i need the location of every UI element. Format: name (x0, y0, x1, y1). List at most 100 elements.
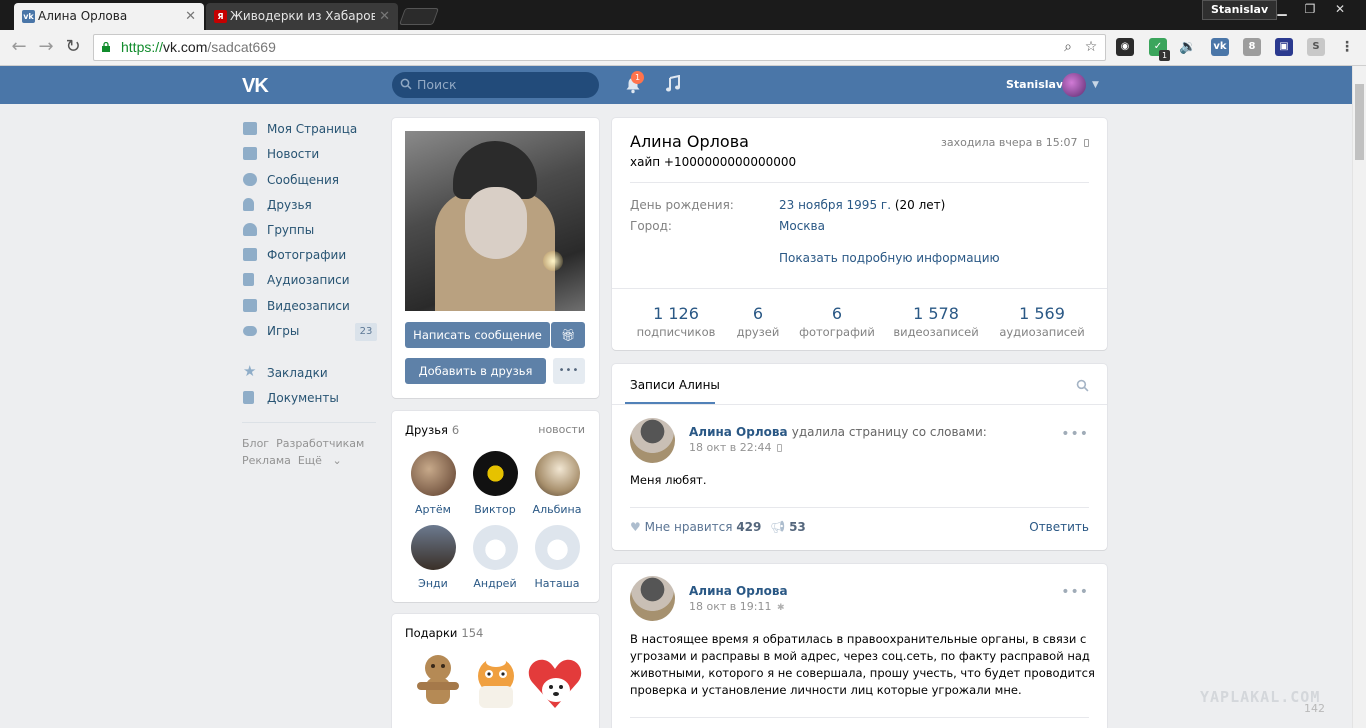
counter-followers[interactable]: 1 126 подписчиков (636, 304, 716, 339)
post-author-link[interactable]: Алина Орлова (689, 425, 788, 439)
bookmark-star-icon[interactable]: ☆ (1083, 39, 1099, 55)
chrome-menu-icon[interactable]: ⋮ (1338, 38, 1356, 56)
chevron-down-icon[interactable]: ▼ (1092, 80, 1099, 90)
forward-icon[interactable]: → (35, 36, 57, 58)
like-button[interactable]: ♥ Мне нравится 429 (630, 520, 761, 534)
send-message-button[interactable]: Написать сообщение (405, 322, 550, 348)
page-scrollbar[interactable] (1352, 66, 1366, 728)
menu-item-news[interactable]: Новости (242, 143, 382, 165)
post-author-link[interactable]: Алина Орлова (689, 584, 788, 598)
city-link[interactable]: Москва (779, 219, 825, 233)
header-username[interactable]: Stanislav (1006, 66, 1063, 104)
footer-links-row2: Реклама Ещё ⌄ (242, 454, 382, 467)
show-more-info-link[interactable]: Показать подробную информацию (779, 251, 1000, 265)
back-icon[interactable]: ← (8, 36, 30, 58)
friend-item[interactable]: Энди (403, 525, 463, 590)
menu-item-my-page[interactable]: Моя Страница (242, 118, 382, 140)
extension-script-icon[interactable]: S (1307, 38, 1325, 56)
counter-videos[interactable]: 1 578 видеозаписей (890, 304, 982, 339)
more-actions-button[interactable]: ••• (553, 358, 585, 384)
menu-item-games[interactable]: Игры 23 (242, 320, 382, 342)
friend-item[interactable]: Альбина (527, 451, 587, 516)
wall-search-icon[interactable] (1076, 379, 1089, 392)
vk-favicon-icon: vk (22, 10, 35, 23)
friend-name: Энди (418, 577, 448, 590)
home-icon (243, 122, 257, 135)
gifts-title[interactable]: Подарки 154 (405, 626, 483, 640)
menu-item-label: Аудиозаписи (267, 273, 350, 287)
gamepad-icon (243, 326, 257, 336)
menu-item-groups[interactable]: Группы (242, 219, 382, 241)
birthday-date-link[interactable]: 23 ноября 1995 г. (779, 198, 891, 212)
reload-icon[interactable]: ↻ (62, 36, 84, 58)
menu-item-photos[interactable]: Фотографии (242, 244, 382, 266)
profile-photo-card: Написать сообщение 🎁︎ Добавить в друзья … (392, 118, 599, 398)
menu-item-bookmarks[interactable]: ★ Закладки (242, 362, 382, 384)
footer-link-ads[interactable]: Реклама (242, 454, 291, 467)
footer-link-developers[interactable]: Разработчикам (276, 437, 364, 450)
minimize-icon[interactable]: ▁ (1268, 0, 1296, 18)
footer-link-more[interactable]: Ещё ⌄ (298, 454, 342, 467)
menu-item-audio[interactable]: Аудиозаписи (242, 269, 382, 291)
divider (612, 288, 1107, 289)
post-date[interactable]: 18 окт в 19:11 ✱ (689, 600, 785, 613)
extension-map-pin-icon[interactable]: ◉ (1116, 38, 1134, 56)
menu-item-video[interactable]: Видеозаписи (242, 295, 382, 317)
menu-item-friends[interactable]: Друзья (242, 194, 382, 216)
friend-item[interactable]: Артём (403, 451, 463, 516)
extension-s-icon[interactable]: 8 (1243, 38, 1261, 56)
header-avatar[interactable] (1062, 73, 1086, 97)
friends-news-link[interactable]: новости (538, 423, 585, 436)
tab-title: Живодерки из Хабаровс (230, 9, 385, 23)
counter-audio[interactable]: 1 569 аудиозаписей (996, 304, 1088, 339)
video-icon (243, 299, 257, 312)
counter-friends[interactable]: 6 друзей (728, 304, 788, 339)
wall-tab-posts[interactable]: Записи Алины (630, 378, 720, 392)
browser-tab[interactable]: Я Живодерки из Хабаровс ✕ (206, 3, 398, 30)
footer-link-blog[interactable]: Блог (242, 437, 269, 450)
post-action-text: удалила страницу со словами: (791, 425, 987, 439)
friend-item[interactable]: Андрей (465, 525, 525, 590)
gift-button[interactable]: 🎁︎ (551, 322, 585, 348)
address-bar[interactable]: https://vk.com/sadcat669 ⌕ ☆ (93, 34, 1106, 61)
friends-title[interactable]: Друзья 6 (405, 423, 459, 437)
tab-title: Алина Орлова (38, 9, 128, 23)
post-date[interactable]: 18 окт в 22:44 (689, 441, 782, 454)
counter-photos[interactable]: 6 фотографий (798, 304, 876, 339)
restore-icon[interactable]: ❐ (1296, 0, 1324, 18)
post-author: Алина Орлова удалила страницу со словами… (689, 425, 987, 439)
add-friend-button[interactable]: Добавить в друзья (405, 358, 546, 384)
profile-info-card: Алина Орлова хайп +1000000000000000 захо… (612, 118, 1107, 350)
new-tab-button[interactable] (398, 8, 440, 25)
search-input[interactable]: Поиск (392, 72, 599, 98)
watermark-sub: 142 (1304, 702, 1325, 715)
post-menu-icon[interactable]: ••• (1061, 584, 1089, 600)
gift-icon: 🎁︎ (560, 328, 576, 342)
divider (630, 717, 1089, 718)
browser-profile-button[interactable]: Stanislav (1202, 0, 1278, 20)
repost-button[interactable]: 📢︎ 53 (770, 520, 806, 534)
post-author-avatar[interactable] (630, 576, 675, 621)
close-tab-icon[interactable]: ✕ (185, 3, 196, 30)
post-author-avatar[interactable] (630, 418, 675, 463)
zoom-icon[interactable]: ⌕ (1060, 39, 1076, 55)
extension-vk-icon[interactable]: vk (1211, 38, 1229, 56)
friend-item[interactable]: Виктор (465, 451, 525, 516)
post-menu-icon[interactable]: ••• (1061, 426, 1089, 442)
menu-item-documents[interactable]: Документы (242, 387, 382, 409)
voodoo-doll-gift-icon[interactable] (409, 652, 467, 712)
reply-button[interactable]: Ответить (1029, 520, 1089, 534)
cat-gift-icon[interactable] (467, 652, 525, 712)
extension-radio-icon[interactable]: ▣ (1275, 38, 1293, 56)
music-note-icon[interactable] (665, 75, 681, 93)
browser-tab-active[interactable]: vk Алина Орлова ✕ (14, 3, 204, 30)
friend-item[interactable]: Наташа (527, 525, 587, 590)
extension-speaker-icon[interactable]: 🔉 (1179, 38, 1197, 56)
vk-logo[interactable]: VK (242, 75, 269, 98)
close-window-icon[interactable]: ✕ (1326, 0, 1354, 18)
close-tab-icon[interactable]: ✕ (375, 3, 390, 30)
scrollbar-thumb[interactable] (1355, 84, 1364, 160)
menu-item-messages[interactable]: Сообщения (242, 169, 382, 191)
profile-photo[interactable] (405, 131, 585, 311)
heart-dog-gift-icon[interactable] (526, 652, 584, 712)
